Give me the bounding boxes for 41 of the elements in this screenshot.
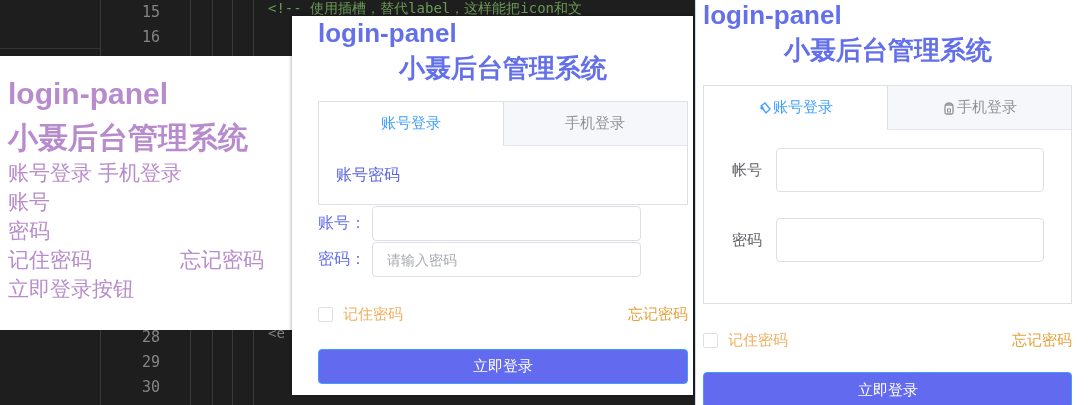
input-field[interactable] xyxy=(372,206,641,241)
tab-content-text: 账号密码 xyxy=(336,164,400,185)
field-label: 密码 xyxy=(731,230,763,250)
line-number: 28 xyxy=(140,327,160,348)
panel-title: login-panel xyxy=(703,0,842,30)
line-number: 16 xyxy=(140,27,160,48)
forgot-password-link[interactable]: 忘记密码 xyxy=(628,305,688,324)
field-label: 账号 xyxy=(8,189,50,215)
checkbox-label: 记住密码 xyxy=(728,331,788,350)
field-label: 帐号 xyxy=(731,160,763,180)
jar-icon xyxy=(942,100,955,115)
field-label: 密码： xyxy=(318,249,367,269)
input-field[interactable] xyxy=(776,218,1044,262)
system-title: 小聂后台管理系统 xyxy=(783,34,992,67)
tab-text: 账号登录 xyxy=(8,160,92,186)
forgot-password-link[interactable]: 忘记密码 xyxy=(1012,331,1072,350)
code-text: <e xyxy=(268,325,285,341)
tab[interactable]: 手机登录 xyxy=(502,102,687,146)
code-comment: <!-- 使用插槽，替代label，这样能把icon和文 xyxy=(268,0,582,16)
button-text: 立即登录按钮 xyxy=(8,276,134,302)
line-number: 15 xyxy=(140,2,160,23)
forgot-password-text: 忘记密码 xyxy=(180,247,264,273)
login-button[interactable]: 立即登录 xyxy=(703,372,1072,405)
tab-text: 手机登录 xyxy=(98,160,182,186)
input-field[interactable] xyxy=(776,148,1044,192)
system-title: 小聂后台管理系统 xyxy=(399,52,607,85)
checkbox[interactable] xyxy=(318,307,333,322)
field-label: 账号： xyxy=(318,213,367,233)
login-button[interactable]: 立即登录 xyxy=(318,349,688,384)
checkbox[interactable] xyxy=(703,333,718,348)
checkbox-label: 记住密码 xyxy=(8,247,92,273)
line-number: 30 xyxy=(140,377,160,398)
tab[interactable]: 手机登录 xyxy=(887,86,1071,130)
tag-icon xyxy=(758,100,771,115)
line-number: 29 xyxy=(140,352,160,373)
system-title: 小聂后台管理系统 xyxy=(8,120,248,156)
panel-title: login-panel xyxy=(8,76,168,112)
checkbox-label: 记住密码 xyxy=(343,305,403,324)
panel-title: login-panel xyxy=(318,18,457,48)
field-label: 密码 xyxy=(8,218,50,244)
input-field[interactable]: 请输入密码 xyxy=(372,242,641,277)
